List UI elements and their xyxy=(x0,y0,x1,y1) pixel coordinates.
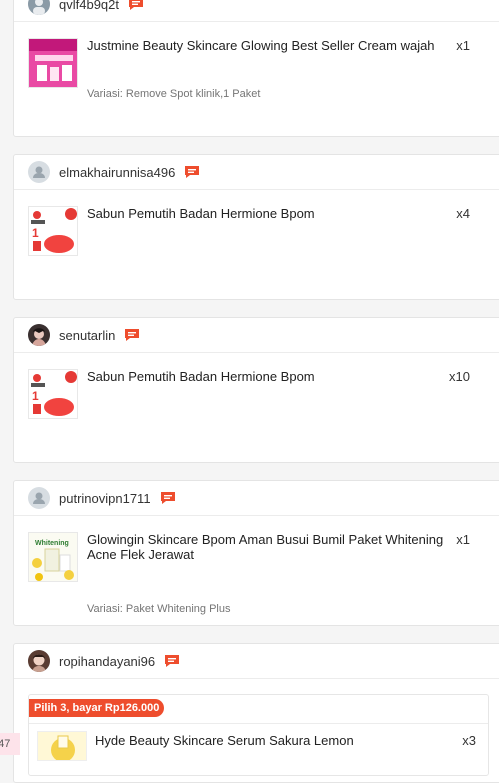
order-item[interactable]: Whitening Glowingin Skincare Bpom Aman B… xyxy=(14,516,499,615)
chat-bubble-icon[interactable] xyxy=(124,328,140,342)
chat-bubble-icon[interactable] xyxy=(128,0,144,11)
order-card: senutarlin 1 Sabun Pemutih Badan Hermion… xyxy=(13,317,499,463)
avatar[interactable] xyxy=(28,324,50,346)
variant-text: Variasi: Remove Spot klinik,1 Paket xyxy=(87,88,261,100)
avatar[interactable] xyxy=(28,650,50,672)
card-header: putrinovipn1711 xyxy=(14,481,499,516)
order-item[interactable]: 1 Sabun Pemutih Badan Hermione Bpom x4 xyxy=(14,190,499,256)
product-name[interactable]: Sabun Pemutih Badan Hermione Bpom xyxy=(87,369,459,384)
card-header: senutarlin xyxy=(14,318,499,353)
bundle-deal-group: Pilih 3, bayar Rp126.000 Hyde Beauty Ski… xyxy=(28,694,489,776)
bundle-deal-label: Pilih 3, bayar Rp126.000 xyxy=(29,699,165,717)
product-thumbnail[interactable] xyxy=(28,38,78,88)
avatar[interactable] xyxy=(28,0,50,15)
product-name[interactable]: Glowingin Skincare Bpom Aman Busui Bumil… xyxy=(87,532,459,562)
product-thumbnail[interactable]: Whitening xyxy=(28,532,78,582)
quantity: x3 xyxy=(462,733,476,748)
avatar[interactable] xyxy=(28,487,50,509)
product-thumbnail[interactable]: 1 xyxy=(28,369,78,419)
product-name[interactable]: Hyde Beauty Skincare Serum Sakura Lemon xyxy=(95,733,354,748)
product-thumbnail[interactable] xyxy=(37,731,87,761)
quantity: x4 xyxy=(456,206,470,221)
card-header: elmakhairunnisa496 xyxy=(14,155,499,190)
username[interactable]: putrinovipn1711 xyxy=(59,491,151,506)
order-card: qvlf4b9q2t Justmine Beauty Skincare Glow… xyxy=(13,0,499,137)
username[interactable]: ropihandayani96 xyxy=(59,654,155,669)
chat-bubble-icon[interactable] xyxy=(184,165,200,179)
quantity: x1 xyxy=(456,38,470,53)
chat-bubble-icon[interactable] xyxy=(164,654,180,668)
page-number-chip[interactable]: 347 xyxy=(0,733,20,755)
order-card: elmakhairunnisa496 1 Sabun Pemutih Badan… xyxy=(13,154,499,300)
card-header: qvlf4b9q2t xyxy=(14,0,499,22)
username[interactable]: elmakhairunnisa496 xyxy=(59,165,175,180)
card-header: ropihandayani96 xyxy=(14,644,499,679)
chat-bubble-icon[interactable] xyxy=(160,491,176,505)
product-name[interactable]: Justmine Beauty Skincare Glowing Best Se… xyxy=(87,38,459,53)
order-card: ropihandayani96 Pilih 3, bayar Rp126.000… xyxy=(13,643,499,783)
order-card: putrinovipn1711 Whitening Glowingin Skin… xyxy=(13,480,499,626)
quantity: x1 xyxy=(456,532,470,547)
username[interactable]: qvlf4b9q2t xyxy=(59,0,119,12)
variant-text: Variasi: Paket Whitening Plus xyxy=(87,603,231,615)
svg-text:Whitening: Whitening xyxy=(35,540,69,547)
quantity: x10 xyxy=(449,369,470,384)
order-item[interactable]: Justmine Beauty Skincare Glowing Best Se… xyxy=(14,22,499,100)
divider xyxy=(29,723,488,724)
product-name[interactable]: Sabun Pemutih Badan Hermione Bpom xyxy=(87,206,459,221)
username[interactable]: senutarlin xyxy=(59,328,115,343)
order-item[interactable]: 1 Sabun Pemutih Badan Hermione Bpom x10 xyxy=(14,353,499,419)
svg-text:1: 1 xyxy=(32,226,39,240)
product-thumbnail[interactable]: 1 xyxy=(28,206,78,256)
svg-text:1: 1 xyxy=(32,389,39,403)
avatar[interactable] xyxy=(28,161,50,183)
